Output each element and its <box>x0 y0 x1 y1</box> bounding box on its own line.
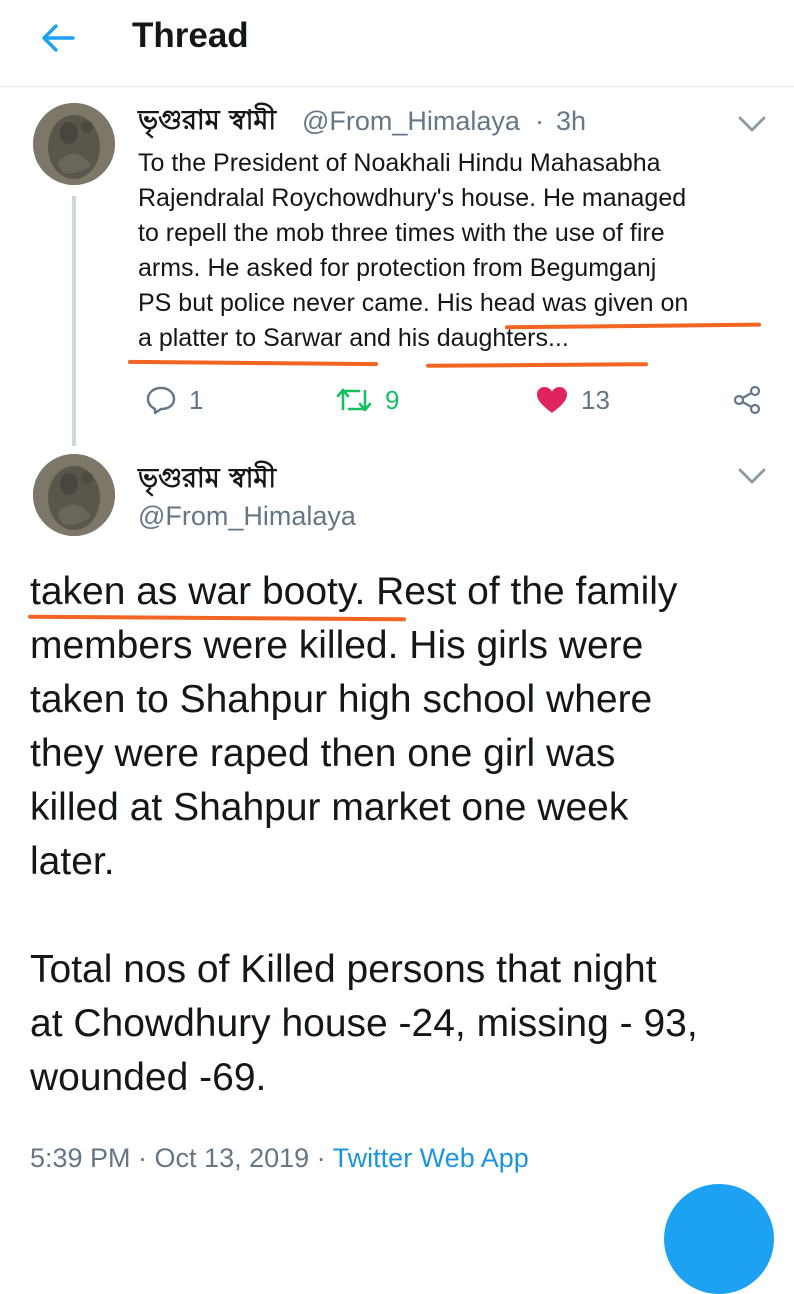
chevron-down-icon[interactable] <box>737 466 767 486</box>
tweet-text-line: wounded -69. <box>30 1056 267 1099</box>
avatar[interactable] <box>33 454 115 536</box>
reply-icon <box>146 386 176 415</box>
tweet-text-line: members were killed. His girls were <box>30 624 644 667</box>
share-icon <box>733 385 761 415</box>
thread-connector-line <box>72 196 76 446</box>
reply-button[interactable]: 1 <box>145 380 203 420</box>
tweet-paragraph: taken as war booty. Rest of the family m… <box>30 565 780 889</box>
tweet-text-line: taken as war booty. Rest of the family <box>30 570 678 613</box>
author-handle[interactable]: @From_Himalaya <box>138 499 356 533</box>
retweet-button[interactable]: 9 <box>335 380 399 420</box>
tweet-source-link[interactable]: Twitter Web App <box>333 1143 529 1173</box>
tweet-text-line: PS but police never came. His head was g… <box>138 289 689 317</box>
author-display-name[interactable]: ভৃগুরাম স্বামী <box>138 462 276 496</box>
tweet-metadata: 5:39 PM · Oct 13, 2019 · Twitter Web App <box>30 1140 529 1176</box>
tweet-time[interactable]: 3h <box>556 104 586 138</box>
page-title: Thread <box>132 16 249 55</box>
like-count: 13 <box>581 384 610 415</box>
top-app-bar: Thread <box>0 0 794 86</box>
author-handle[interactable]: @From_Himalaya <box>302 104 520 138</box>
tweet-text-line: later. <box>30 840 115 883</box>
tweet-text-line: Rajendralal Roychowdhury's house. He man… <box>138 184 687 212</box>
tweet-timestamp[interactable]: 5:39 PM · Oct 13, 2019 · <box>30 1143 326 1173</box>
tweet-text-line: at Chowdhury house -24, missing - 93, <box>30 1002 698 1045</box>
tweet-text-line: killed at Shahpur market one week <box>30 786 629 829</box>
separator-dot: · <box>535 106 544 136</box>
retweet-count: 9 <box>385 384 400 415</box>
avatar-image <box>33 454 115 536</box>
header-divider <box>0 86 794 87</box>
retweet-icon <box>336 388 372 412</box>
share-button[interactable] <box>732 380 762 420</box>
tweet-text-line: arms. He asked for protection from Begum… <box>138 254 657 282</box>
compose-fab-button[interactable] <box>664 1184 774 1294</box>
tweet-paragraph: Total nos of Killed persons that night a… <box>30 943 780 1105</box>
tweet-text: taken as war booty. Rest of the family m… <box>30 565 780 1105</box>
heart-icon <box>537 387 567 413</box>
avatar-image <box>33 103 115 185</box>
back-button[interactable] <box>30 14 86 62</box>
annotation-underline <box>425 362 649 368</box>
arrow-left-icon <box>42 24 75 52</box>
tweet-text-line: to repell the mob three times with the u… <box>138 219 665 247</box>
annotation-underline <box>127 359 379 367</box>
tweet-text-line: To the President of Noakhali Hindu Mahas… <box>138 149 661 177</box>
tweet-text-line: taken to Shahpur high school where <box>30 678 653 721</box>
tweet-text-line: Total nos of Killed persons that night <box>30 948 657 991</box>
avatar[interactable] <box>33 103 115 185</box>
chevron-down-icon[interactable] <box>737 114 767 134</box>
like-button[interactable]: 13 <box>535 380 610 420</box>
reply-count: 1 <box>189 384 204 415</box>
tweet-text-line: they were raped then one girl was <box>30 732 616 775</box>
author-display-name[interactable]: ভৃগুরাম স্বামী <box>138 104 276 138</box>
